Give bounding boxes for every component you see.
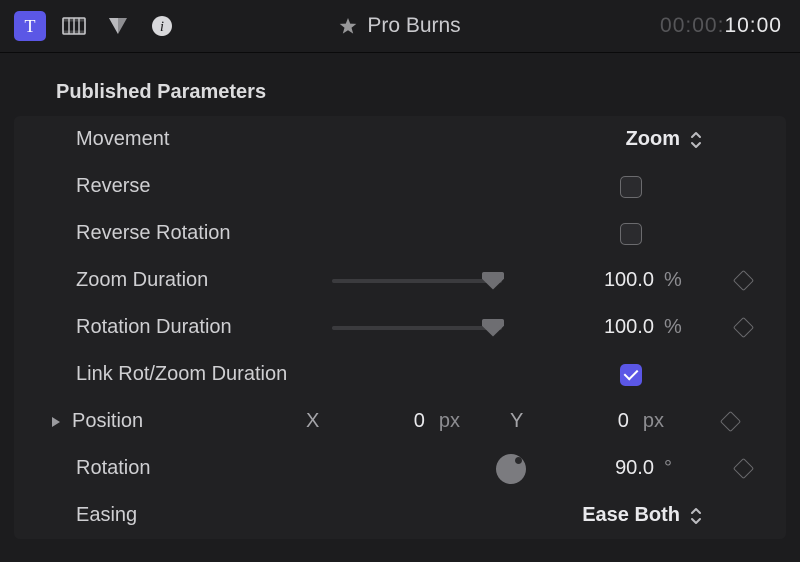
label-reverse: Reverse	[76, 175, 332, 198]
rotation-dial[interactable]	[496, 454, 526, 484]
inspector-header: T i Pro Burns 00:	[0, 0, 800, 52]
tab-text[interactable]: T	[14, 11, 46, 41]
header-divider	[0, 52, 800, 53]
row-movement: Movement Zoom	[14, 116, 786, 163]
chevron-updown-icon	[690, 131, 702, 149]
timecode[interactable]: 00:00:10:00	[660, 14, 782, 38]
label-rotation: Rotation	[76, 457, 332, 480]
position-x-unit: px	[439, 410, 460, 433]
row-reverse: Reverse	[14, 163, 786, 210]
tab-info[interactable]: i	[146, 11, 178, 41]
keyframe-rotation[interactable]	[732, 458, 753, 479]
slider-rotation-duration[interactable]	[332, 326, 502, 330]
position-y-unit: px	[643, 410, 664, 433]
label-reverse-rotation: Reverse Rotation	[76, 222, 332, 245]
row-rotation-duration: Rotation Duration 100.0 %	[14, 304, 786, 351]
label-link-duration: Link Rot/Zoom Duration	[76, 363, 332, 386]
tab-video[interactable]	[58, 11, 90, 41]
chevron-updown-icon	[690, 507, 702, 525]
slider-zoom-duration[interactable]	[332, 279, 502, 283]
popup-movement[interactable]: Zoom	[332, 128, 730, 151]
section-title: Published Parameters	[0, 55, 800, 116]
inspector-title[interactable]: Pro Burns	[339, 14, 460, 38]
parameters-panel: Movement Zoom Reverse Reverse Rotation Z…	[14, 116, 786, 539]
value-rotation[interactable]: 90.0 °	[532, 457, 730, 480]
star-icon	[339, 17, 357, 35]
title-text: Pro Burns	[367, 14, 460, 38]
tab-generator[interactable]	[102, 11, 134, 41]
text-icon: T	[20, 16, 40, 36]
label-rotation-duration: Rotation Duration	[76, 316, 332, 339]
row-zoom-duration: Zoom Duration 100.0 %	[14, 257, 786, 304]
popup-easing-value: Ease Both	[582, 504, 680, 527]
row-link-duration: Link Rot/Zoom Duration	[14, 351, 786, 398]
keyframe-rotation-duration[interactable]	[732, 317, 753, 338]
svg-text:T: T	[25, 16, 36, 36]
svg-text:i: i	[160, 19, 164, 35]
info-icon: i	[151, 15, 173, 37]
position-y-value[interactable]: 0	[611, 410, 629, 433]
keyframe-zoom-duration[interactable]	[732, 270, 753, 291]
label-easing: Easing	[76, 504, 332, 527]
row-rotation: Rotation 90.0 °	[14, 445, 786, 492]
checkbox-reverse[interactable]	[620, 176, 642, 198]
checkbox-link-duration[interactable]	[620, 364, 642, 386]
timecode-bright: 10:00	[724, 14, 782, 37]
popup-easing[interactable]: Ease Both	[332, 504, 730, 527]
value-zoom-duration[interactable]: 100.0 %	[532, 269, 730, 292]
triangle-down-icon	[107, 16, 129, 36]
label-position: Position	[72, 410, 143, 433]
label-movement: Movement	[76, 128, 332, 151]
keyframe-position[interactable]	[719, 411, 740, 432]
value-rotation-duration[interactable]: 100.0 %	[532, 316, 730, 339]
position-y-label: Y	[510, 410, 523, 433]
disclosure-triangle-icon[interactable]	[50, 415, 62, 429]
row-reverse-rotation: Reverse Rotation	[14, 210, 786, 257]
timecode-dim: 00:00:	[660, 14, 724, 37]
checkbox-reverse-rotation[interactable]	[620, 223, 642, 245]
label-zoom-duration: Zoom Duration	[76, 269, 332, 292]
position-x-label: X	[306, 410, 319, 433]
row-position: Position X 0 px Y 0 px	[14, 398, 786, 445]
filmstrip-icon	[62, 16, 86, 36]
row-easing: Easing Ease Both	[14, 492, 786, 539]
popup-movement-value: Zoom	[626, 128, 680, 151]
position-x-value[interactable]: 0	[407, 410, 425, 433]
